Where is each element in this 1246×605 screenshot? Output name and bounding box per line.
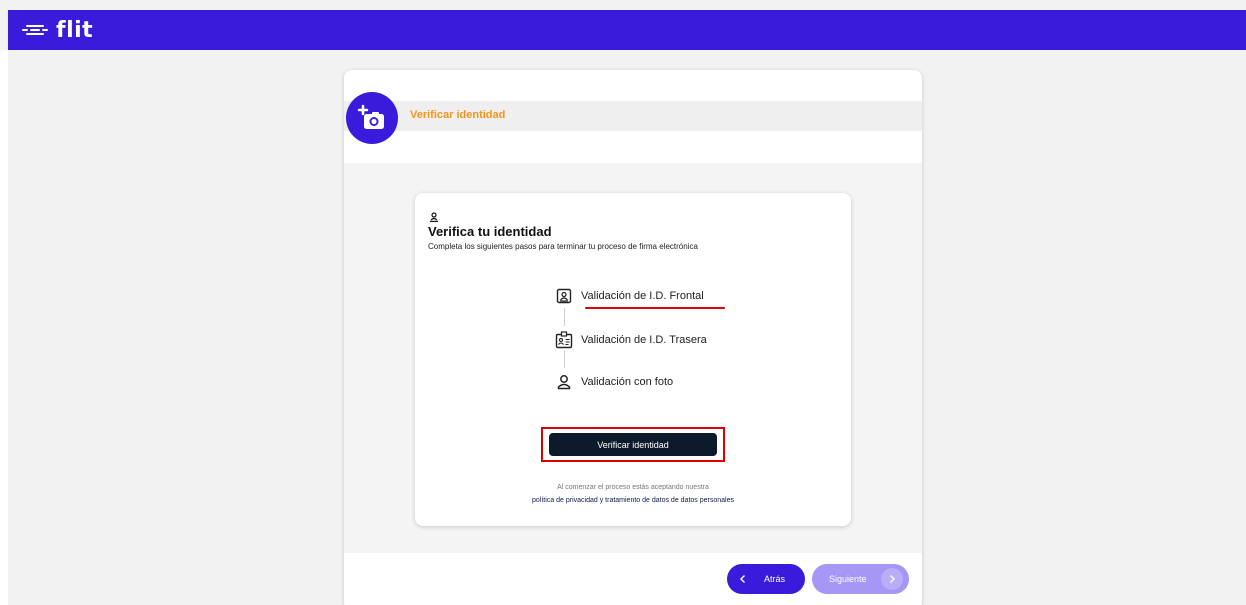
- flit-logo-icon: [22, 23, 48, 37]
- back-button[interactable]: Atrás: [727, 564, 805, 594]
- step-connector: [564, 350, 565, 368]
- chevron-right-icon: [881, 568, 903, 590]
- flit-logo[interactable]: flit: [22, 18, 93, 43]
- verify-identity-button[interactable]: Verificar identidad: [549, 433, 717, 456]
- active-step-underline: [585, 307, 725, 309]
- step-id-back: Validación de I.D. Trasera: [555, 331, 707, 349]
- user-icon: [555, 373, 573, 391]
- step-photo-label: Validación con foto: [581, 376, 674, 388]
- privacy-policy-link[interactable]: política de privacidad y tratamiento de …: [415, 497, 851, 504]
- chevron-left-icon: [732, 568, 754, 590]
- add-photo-icon: [357, 104, 384, 129]
- id-card-front-icon: [555, 287, 573, 305]
- step-id-front: Validación de I.D. Frontal: [555, 287, 704, 305]
- step-id-back-label: Validación de I.D. Trasera: [581, 334, 707, 346]
- logo-text: flit: [56, 17, 94, 43]
- next-button-label: Siguiente: [829, 574, 867, 584]
- panel-subtitle: Completa los siguientes pasos para termi…: [428, 242, 698, 251]
- step-title: Verificar identidad: [410, 109, 506, 121]
- app-header: flit: [8, 10, 1246, 50]
- verify-identity-panel: Verifica tu identidad Completa los sigui…: [415, 193, 851, 526]
- step-id-front-label: Validación de I.D. Frontal: [581, 290, 704, 302]
- step-connector: [564, 308, 565, 326]
- terms-text: Al comenzar el proceso estás aceptando n…: [557, 484, 709, 491]
- id-card-back-icon: [555, 331, 573, 349]
- step-icon-circle: [346, 92, 398, 144]
- next-button[interactable]: Siguiente: [812, 564, 909, 594]
- step-photo: Validación con foto: [555, 373, 673, 391]
- left-edge: [0, 50, 8, 605]
- back-button-label: Atrás: [764, 574, 786, 584]
- top-strip: [0, 0, 1246, 10]
- panel-title: Verifica tu identidad: [428, 224, 552, 239]
